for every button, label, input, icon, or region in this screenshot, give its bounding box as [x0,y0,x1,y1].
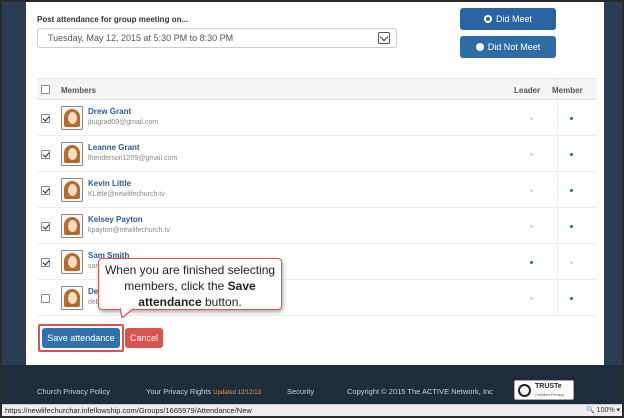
avatar [61,142,83,166]
column-divider [557,280,558,315]
avatar [61,250,83,274]
leader-role-radio[interactable] [530,225,533,228]
member-row: Kevin Little KLittle@newlifechurch.tv [37,172,597,208]
column-header-members: Members [61,86,97,95]
save-instruction-callout: When you are finished selecting members,… [98,258,282,310]
page-background-left [2,2,26,365]
member-email: jbugrad09@gmail.com [88,119,159,126]
leader-role-radio[interactable] [530,297,533,300]
member-role-radio[interactable] [570,261,573,264]
browser-status-bar: https://newlifechurchar.infellowship.com… [2,404,622,416]
member-checkbox[interactable] [41,186,50,195]
leader-role-radio[interactable] [530,117,533,120]
page-footer: Church Privacy Policy Your Privacy Right… [2,365,622,405]
leader-role-radio[interactable] [530,261,533,264]
church-privacy-policy-link[interactable]: Church Privacy Policy [37,387,110,396]
avatar [61,286,83,310]
privacy-updated-badge: Updated 12/12/13 [213,390,261,396]
member-email: KLittle@newlifechurch.tv [88,191,165,198]
member-role-radio[interactable] [570,117,573,120]
member-role-radio[interactable] [570,297,573,300]
attendance-card: Post attendance for group meeting on... … [26,2,604,365]
page-background-right [602,2,622,365]
did-not-meet-label: Did Not Meet [487,42,541,52]
member-role-radio[interactable] [570,225,573,228]
status-url: https://newlifechurchar.infellowship.com… [5,406,252,415]
member-name[interactable]: Kevin Little [88,179,131,188]
did-meet-label: Did Meet [495,14,532,24]
truste-logo-icon [518,384,531,397]
callout-line-2: members, click the Save [124,279,256,293]
member-row: Drew Grant jbugrad09@gmail.com [37,100,597,136]
avatar [61,214,83,238]
did-meet-button[interactable]: Did Meet [460,8,556,30]
zoom-level[interactable]: 🔍 100% ▾ [586,406,620,414]
callout-line-1: When you are finished selecting [104,263,276,277]
column-header-leader: Leader [514,86,541,95]
avatar [61,178,83,202]
copyright-text: Copyright © 2015 The ACTIVE Network, Inc [347,387,493,396]
post-attendance-label: Post attendance for group meeting on... [37,15,189,24]
security-link[interactable]: Security [287,387,314,396]
column-divider [557,244,558,279]
member-checkbox[interactable] [41,258,50,267]
member-checkbox[interactable] [41,294,50,303]
member-name[interactable]: Leanne Grant [88,143,140,152]
member-checkbox[interactable] [41,114,50,123]
radio-unselected-icon [475,43,484,51]
member-row: Kelsey Payton kpayton@newlifechurch.tv [37,208,597,244]
member-row: Leanne Grant lhenderson1209@gmail.com [37,136,597,172]
save-attendance-button[interactable]: Save attendance [42,328,120,348]
did-not-meet-button[interactable]: Did Not Meet [460,36,556,58]
meeting-date-value: Tuesday, May 12, 2015 at 5:30 PM to 8:30… [48,33,234,43]
member-email: lhenderson1209@gmail.com [88,155,178,162]
members-table-header: Members Leader Member [37,78,597,101]
privacy-rights-link[interactable]: Your Privacy Rights Updated 12/12/13 [146,387,261,396]
member-checkbox[interactable] [41,150,50,159]
member-role-radio[interactable] [570,153,573,156]
truste-badge[interactable]: TRUSTe Certified Privacy [514,380,574,400]
member-role-radio[interactable] [570,189,573,192]
chevron-down-icon[interactable] [378,32,390,44]
member-email: kpayton@newlifechurch.tv [88,227,170,234]
leader-role-radio[interactable] [530,189,533,192]
column-divider [557,100,558,135]
member-name[interactable]: Kelsey Payton [88,215,143,224]
avatar [61,106,83,130]
column-divider [557,136,558,171]
member-name[interactable]: Drew Grant [88,107,131,116]
select-all-checkbox[interactable] [41,85,50,94]
truste-sublabel: Certified Privacy [535,392,565,397]
column-divider [557,208,558,243]
truste-label: TRUSTe [535,383,562,390]
leader-role-radio[interactable] [530,153,533,156]
meeting-date-select[interactable]: Tuesday, May 12, 2015 at 5:30 PM to 8:30… [37,28,397,48]
column-header-member: Member [552,86,583,95]
column-divider [557,172,558,207]
radio-selected-icon [483,15,492,23]
callout-pointer [120,308,134,318]
cancel-button[interactable]: Cancel [125,328,163,348]
member-checkbox[interactable] [41,222,50,231]
